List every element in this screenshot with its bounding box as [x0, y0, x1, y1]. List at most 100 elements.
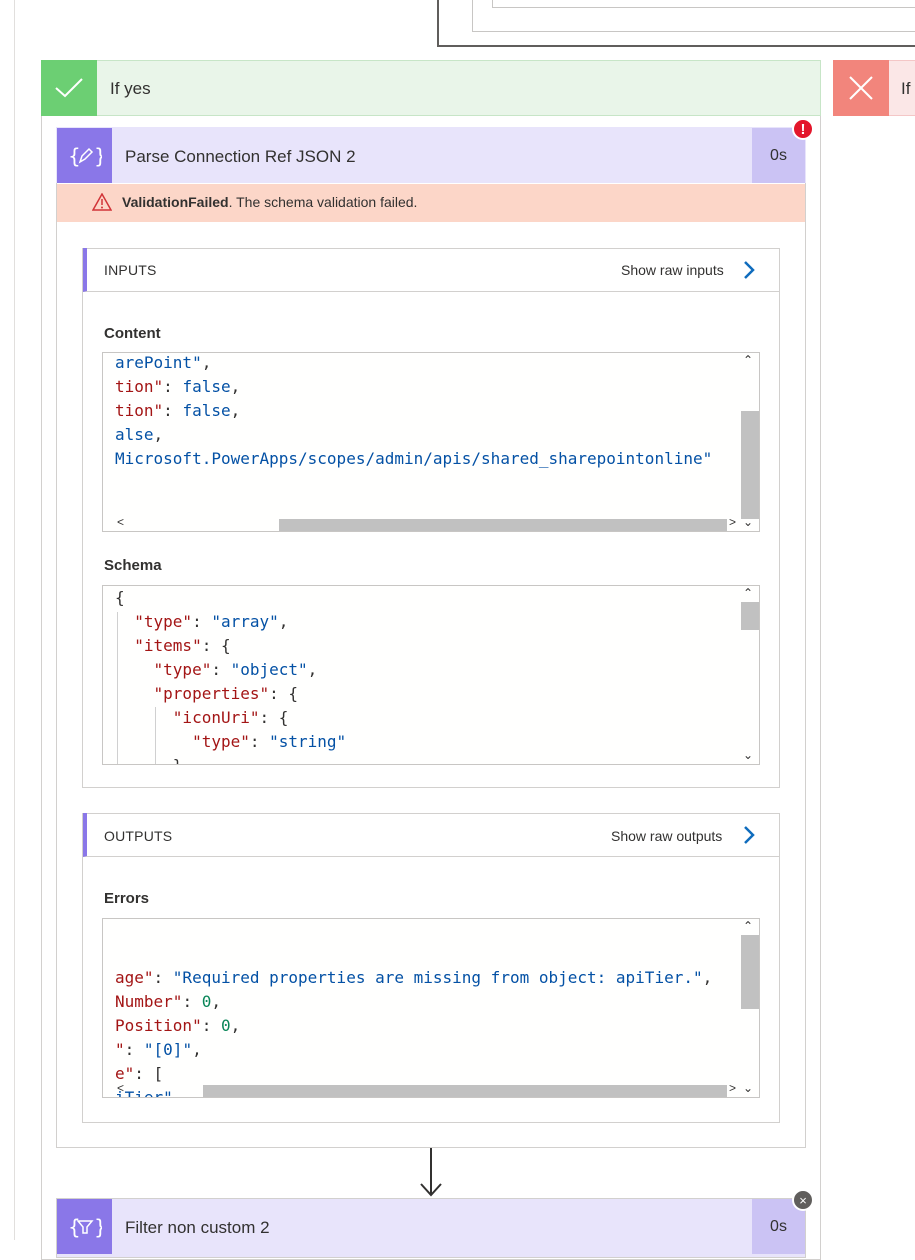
code-token: false: [182, 377, 231, 396]
code-token: ,: [230, 401, 241, 420]
show-raw-outputs-link[interactable]: Show raw outputs: [611, 828, 722, 844]
code-line: age": "Required properties are missing f…: [115, 966, 712, 990]
code-token: "type": [115, 660, 212, 679]
show-raw-inputs-link[interactable]: Show raw inputs: [621, 262, 724, 278]
svg-text:}: }: [94, 1215, 102, 1239]
code-token: 0: [220, 1016, 231, 1035]
code-token: : {: [201, 636, 231, 655]
schema-editor[interactable]: { "type": "array", "items": { "type": "o…: [102, 585, 760, 765]
code-line: Position": 0,: [115, 1014, 240, 1038]
code-token: arePoint": [115, 353, 202, 372]
code-token: ,: [230, 1016, 241, 1035]
code-line: Number": 0,: [115, 990, 221, 1014]
scroll-right-arrow[interactable]: >: [729, 1081, 736, 1095]
code-line: {: [115, 586, 125, 610]
code-token: "type": [115, 612, 193, 631]
code-line: "items": {: [115, 634, 231, 658]
if-yes-header[interactable]: [41, 60, 821, 116]
code-token: {: [115, 588, 125, 607]
code-token: "array": [211, 612, 279, 631]
code-line: "type": "object",: [115, 658, 318, 682]
code-line: Microsoft.PowerApps/scopes/admin/apis/sh…: [115, 447, 712, 471]
chevron-right-icon[interactable]: [742, 825, 756, 850]
code-line: arePoint",: [115, 353, 212, 375]
warning-icon: [91, 192, 113, 216]
code-token: :: [249, 732, 270, 751]
error-code: ValidationFailed: [122, 194, 229, 210]
code-token: :: [201, 1016, 221, 1035]
error-badge: !: [792, 118, 814, 140]
code-token: :: [192, 612, 212, 631]
code-token: :: [153, 968, 173, 987]
code-token: :: [124, 1040, 144, 1059]
code-line: "type": "array",: [115, 610, 288, 634]
scroll-down-arrow[interactable]: ⌄: [743, 1081, 753, 1095]
parse-json-icon: { }: [57, 128, 112, 183]
code-line: },: [115, 754, 192, 764]
code-line: "properties": {: [115, 682, 299, 706]
code-token: tion": [115, 377, 164, 396]
errors-vertical-scrollbar[interactable]: [741, 935, 759, 1009]
if-no-label: If: [901, 79, 911, 98]
code-token: ,: [307, 660, 318, 679]
schema-vertical-scrollbar[interactable]: [741, 602, 759, 630]
code-token: "items": [115, 636, 202, 655]
code-token: : {: [269, 684, 299, 703]
errors-label: Errors: [104, 890, 150, 907]
indent-guide: [117, 612, 118, 764]
code-token: false: [182, 401, 231, 420]
chevron-right-icon[interactable]: [742, 260, 756, 285]
errors-editor[interactable]: age": "Required properties are missing f…: [102, 918, 760, 1098]
code-token: "Required properties are missing from ob…: [172, 968, 703, 987]
code-line: "type": "string": [115, 730, 346, 754]
scroll-left-arrow[interactable]: <: [117, 1081, 124, 1095]
code-token: 0: [201, 992, 212, 1011]
code-token: ,: [153, 425, 164, 444]
code-token: "type": [115, 732, 250, 751]
indent-guide: [155, 707, 156, 764]
error-description: . The schema validation failed.: [228, 194, 418, 210]
content-vertical-scrollbar[interactable]: [741, 411, 759, 519]
error-message: ValidationFailed. The schema validation …: [122, 194, 417, 210]
code-token: :: [211, 660, 231, 679]
code-token: ,: [278, 612, 289, 631]
errors-horizontal-scrollbar[interactable]: [203, 1085, 727, 1097]
code-token: ,: [201, 353, 212, 372]
code-token: age": [115, 968, 154, 987]
code-token: "properties": [115, 684, 270, 703]
left-rail: [14, 0, 15, 1240]
content-label: Content: [104, 325, 161, 342]
svg-text:{: {: [68, 144, 81, 168]
scroll-right-arrow[interactable]: >: [729, 515, 736, 529]
code-token: :: [163, 401, 183, 420]
code-token: "[0]": [143, 1040, 193, 1059]
action-title: Parse Connection Ref JSON 2: [125, 147, 356, 166]
close-icon: [833, 60, 889, 116]
inputs-title: INPUTS: [104, 262, 157, 278]
scroll-left-arrow[interactable]: <: [117, 515, 124, 529]
code-token: ,: [192, 1040, 202, 1059]
code-line: tion": false,: [115, 375, 240, 399]
code-line: "iconUri": {: [115, 706, 289, 730]
cancelled-badge: ×: [792, 1189, 814, 1211]
if-yes-label: If yes: [110, 79, 151, 98]
code-token: "string": [269, 732, 347, 751]
checkmark-icon: [41, 60, 97, 116]
scroll-up-arrow[interactable]: ⌃: [743, 353, 753, 367]
code-token: },: [115, 756, 192, 764]
code-token: ,: [702, 968, 713, 987]
code-token: ": [115, 1040, 125, 1059]
code-line: alse,: [115, 423, 163, 447]
content-horizontal-scrollbar[interactable]: [279, 519, 727, 531]
code-token: alse: [115, 425, 154, 444]
code-token: tion": [115, 401, 164, 420]
scroll-down-arrow[interactable]: ⌄: [743, 748, 753, 762]
scroll-up-arrow[interactable]: ⌃: [743, 586, 753, 600]
schema-label: Schema: [104, 557, 162, 574]
code-token: "object": [230, 660, 308, 679]
scroll-down-arrow[interactable]: ⌄: [743, 515, 753, 529]
code-token: :: [182, 992, 202, 1011]
scroll-up-arrow[interactable]: ⌃: [743, 919, 753, 933]
code-token: Position": [115, 1016, 202, 1035]
content-editor[interactable]: arePoint", tion": false, tion": false, alse…: [102, 352, 760, 532]
